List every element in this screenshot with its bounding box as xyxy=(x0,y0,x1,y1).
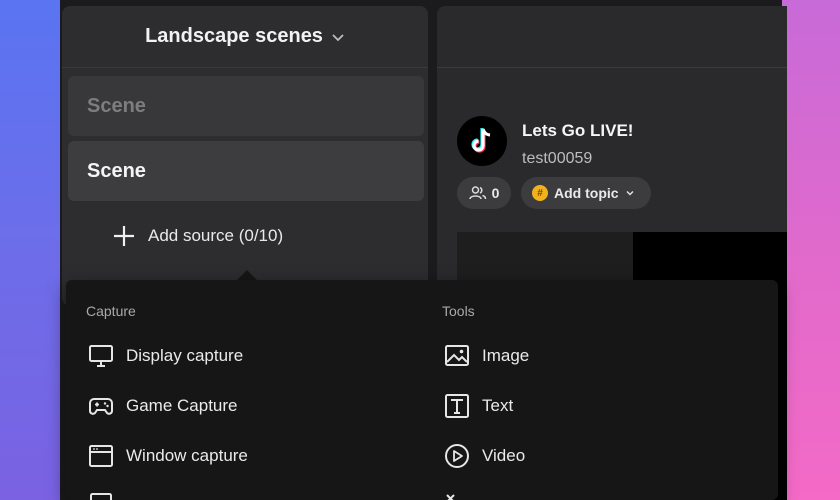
hashtag-icon: # xyxy=(532,185,548,201)
scene-item-selected[interactable]: Scene xyxy=(68,141,424,201)
gamepad-icon xyxy=(89,398,113,415)
add-topic-button[interactable]: # Add topic xyxy=(521,177,651,209)
chevron-down-icon xyxy=(626,190,634,196)
menu-item-label: Image xyxy=(482,346,530,365)
text-icon xyxy=(445,394,469,418)
live-title: Lets Go LIVE! xyxy=(522,121,634,140)
menu-item-label: Game Capture xyxy=(126,396,238,415)
add-source-menu: Capture Tools Display capture Game Captu… xyxy=(66,280,778,500)
username: test00059 xyxy=(522,150,593,167)
chevron-down-icon xyxy=(332,33,344,41)
users-icon xyxy=(468,186,486,200)
menu-item-window-capture[interactable]: Window capture xyxy=(88,441,248,471)
preview-header xyxy=(437,6,787,68)
scene-item[interactable]: Scene xyxy=(68,76,424,136)
menu-item-display-capture[interactable]: Display capture xyxy=(88,341,243,371)
capture-section-title: Capture xyxy=(86,303,136,319)
scenes-title: Landscape scenes xyxy=(145,25,323,47)
menu-item-label: Video xyxy=(482,446,526,465)
image-icon xyxy=(445,345,469,366)
menu-item-label: Display capture xyxy=(126,346,244,365)
device-icon xyxy=(90,493,112,500)
scene-label: Scene xyxy=(87,159,146,182)
plus-icon xyxy=(114,226,134,246)
scenes-panel: Landscape scenes Scene Scene Add source … xyxy=(62,6,428,306)
viewer-count: 0 xyxy=(491,185,500,201)
add-source-label: Add source (0/10) xyxy=(148,226,284,245)
background-gradient-left xyxy=(0,0,60,500)
menu-item-partial[interactable] xyxy=(88,488,114,500)
background-gradient-right xyxy=(782,0,840,500)
menu-item-label: Window capture xyxy=(126,446,248,465)
menu-item-partial[interactable] xyxy=(444,488,470,500)
avatar xyxy=(457,116,507,166)
tiktok-logo-icon xyxy=(471,128,491,153)
scenes-dropdown[interactable]: Landscape scenes xyxy=(62,6,428,68)
scene-label: Scene xyxy=(87,94,146,117)
menu-item-text[interactable]: Text xyxy=(444,391,513,421)
viewer-count-badge: 0 xyxy=(457,177,511,209)
tool-icon xyxy=(446,494,455,500)
menu-item-label: Text xyxy=(482,396,514,415)
menu-item-game-capture[interactable]: Game Capture xyxy=(88,391,238,421)
add-source-button[interactable]: Add source (0/10) xyxy=(112,224,283,248)
window-icon xyxy=(89,445,113,467)
add-topic-label: Add topic xyxy=(554,185,619,201)
play-circle-icon xyxy=(445,444,469,468)
tools-section-title: Tools xyxy=(442,303,475,319)
menu-item-video[interactable]: Video xyxy=(444,441,525,471)
menu-item-image[interactable]: Image xyxy=(444,341,529,371)
monitor-icon xyxy=(89,345,113,367)
